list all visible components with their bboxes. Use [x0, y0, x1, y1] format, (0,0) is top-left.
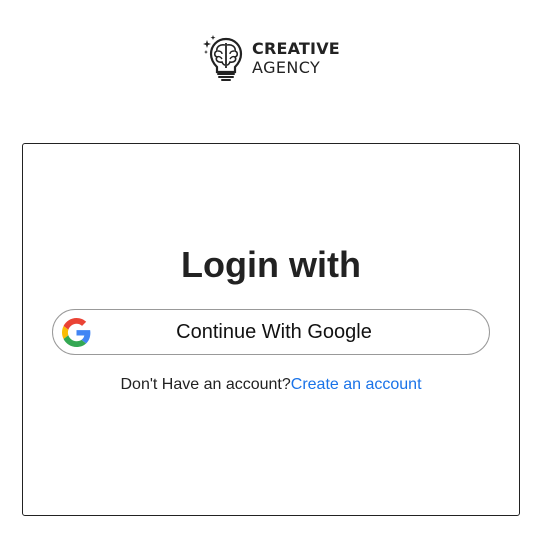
brand-logo[interactable]: CREATIVE AGENCY [202, 34, 340, 84]
signup-prompt: Don't Have an account?Create an account [23, 376, 519, 394]
continue-with-google-button[interactable]: Continue With Google [52, 309, 490, 355]
brand-name: CREATIVE AGENCY [252, 39, 340, 77]
no-account-text: Don't Have an account? [120, 376, 291, 393]
google-button-label: Continue With Google [176, 320, 372, 343]
brand-name-line1: CREATIVE [252, 39, 340, 58]
brand-name-line2: AGENCY [252, 58, 321, 77]
google-icon [62, 318, 91, 347]
lightbulb-brain-icon [203, 35, 243, 81]
login-card: Login with Continue With Google Don't Ha… [22, 143, 520, 516]
create-account-link[interactable]: Create an account [291, 376, 422, 393]
login-heading: Login with [181, 244, 361, 285]
login-page: CREATIVE AGENCY Login with Continue With… [0, 0, 548, 553]
